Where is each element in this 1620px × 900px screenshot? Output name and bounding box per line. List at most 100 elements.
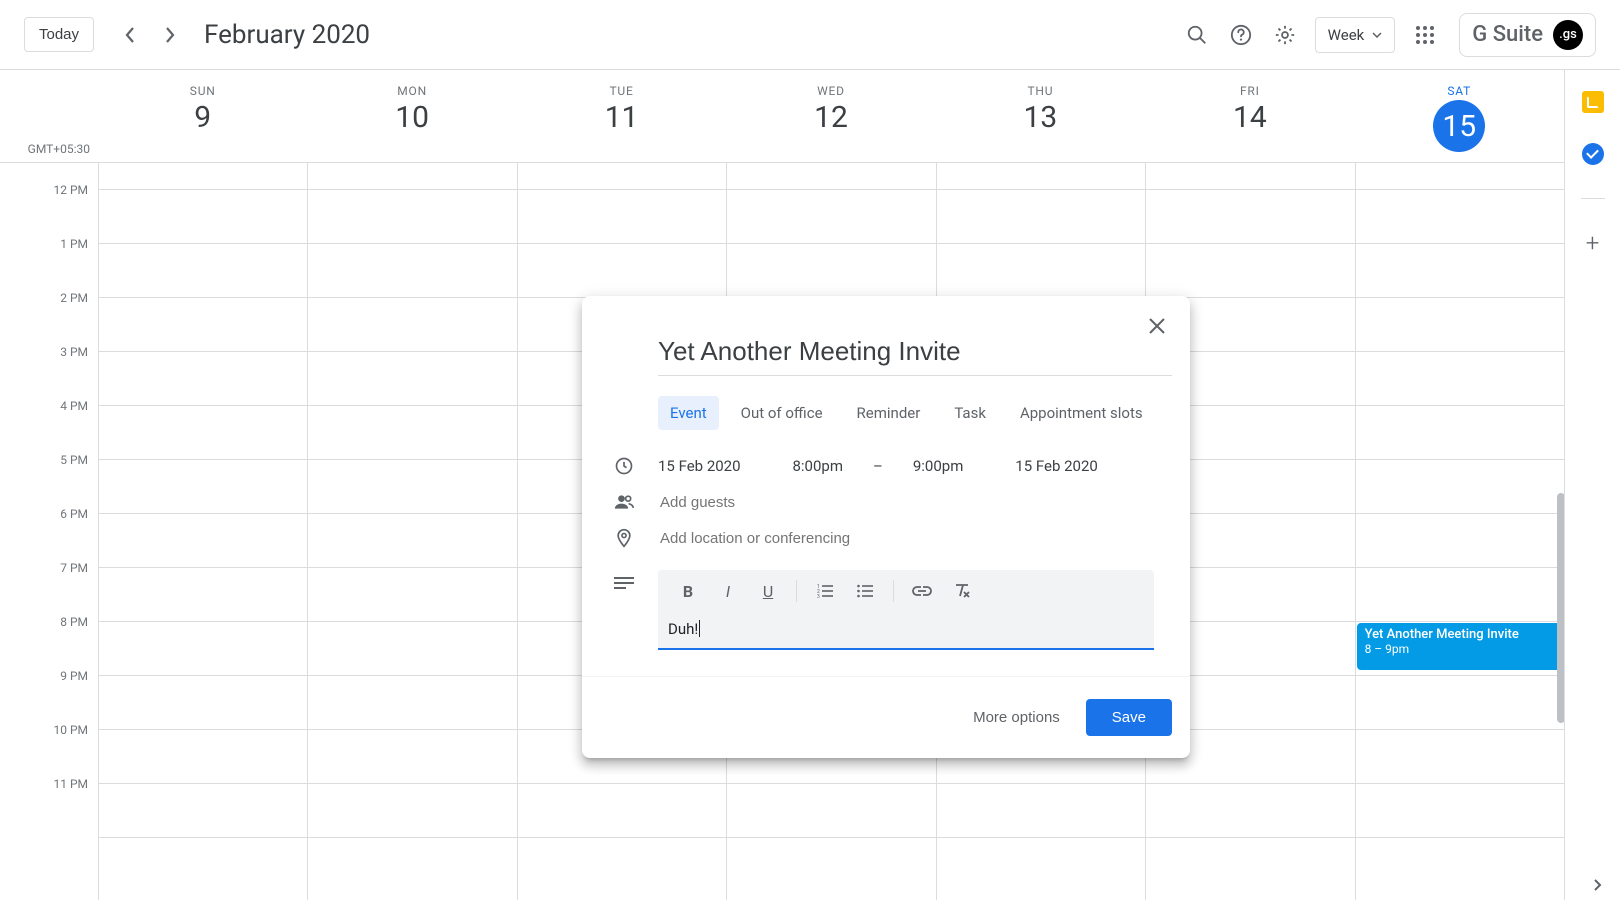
event-type-tab[interactable]: Event: [658, 396, 719, 430]
event-title-input[interactable]: [658, 332, 1172, 376]
day-of-week: SAT: [1355, 84, 1564, 98]
list-bulleted-icon: [857, 584, 873, 598]
end-time[interactable]: 9:00pm: [913, 457, 964, 475]
search-button[interactable]: [1175, 13, 1219, 57]
day-number: 9: [98, 100, 307, 135]
event-type-tab[interactable]: Appointment slots: [1008, 396, 1155, 430]
description-editor[interactable]: Duh!: [658, 612, 1154, 650]
bullet-list-button[interactable]: [845, 571, 885, 611]
plus-icon: +: [1586, 229, 1600, 257]
tasks-icon: [1582, 143, 1604, 165]
day-header[interactable]: WED12: [726, 70, 935, 162]
close-icon: [1148, 317, 1172, 335]
start-date[interactable]: 15 Feb 2020: [658, 457, 741, 475]
guests-input[interactable]: [658, 493, 1172, 512]
add-addon-button[interactable]: +: [1579, 229, 1607, 257]
italic-button[interactable]: I: [708, 571, 748, 611]
end-date[interactable]: 15 Feb 2020: [1015, 457, 1098, 475]
hour-label: 10 PM: [0, 723, 98, 777]
popup-footer: More options Save: [582, 676, 1190, 758]
next-button[interactable]: [150, 15, 190, 55]
month-title: February 2020: [204, 20, 370, 50]
svg-text:3: 3: [817, 594, 820, 598]
location-row: [582, 520, 1190, 556]
notes-icon: [612, 576, 636, 590]
day-number: 11: [517, 100, 726, 135]
nav-arrows: [110, 15, 190, 55]
time-row[interactable]: 15 Feb 2020 8:00pm – 9:00pm 15 Feb 2020: [582, 448, 1190, 484]
search-icon: [1186, 24, 1208, 46]
event-time: 8 – 9pm: [1365, 642, 1558, 656]
hour-label: 8 PM: [0, 615, 98, 669]
help-icon: [1230, 24, 1252, 46]
day-header[interactable]: TUE11: [517, 70, 726, 162]
location-input[interactable]: [658, 529, 1172, 548]
start-time[interactable]: 8:00pm: [792, 457, 843, 475]
side-panel: +: [1564, 70, 1620, 900]
hour-label: 12 PM: [0, 183, 98, 237]
prev-button[interactable]: [110, 15, 150, 55]
day-number: 14: [1145, 100, 1354, 135]
tasks-button[interactable]: [1579, 140, 1607, 168]
list-numbered-icon: 123: [817, 584, 833, 598]
day-header[interactable]: MON10: [307, 70, 516, 162]
underline-button[interactable]: U: [748, 571, 788, 611]
bold-button[interactable]: B: [668, 571, 708, 611]
event-type-tabs: Event Out of office Reminder Task Appointmen…: [658, 396, 1180, 430]
caret-down-icon: [1372, 32, 1382, 38]
app-header: Today February 2020 Week G Suite .gs: [0, 0, 1620, 70]
event-title: Yet Another Meeting Invite: [1365, 627, 1558, 642]
day-column[interactable]: [98, 163, 307, 900]
day-of-week: WED: [726, 84, 935, 98]
chevron-left-icon: [124, 26, 136, 44]
location-icon: [612, 528, 636, 548]
day-header[interactable]: THU 13: [936, 70, 1145, 162]
gsuite-badge[interactable]: G Suite .gs: [1459, 13, 1596, 57]
day-header[interactable]: SAT 15: [1355, 70, 1564, 162]
description-row: B I U 123 Duh!: [582, 556, 1190, 658]
day-header-row: GMT+05:30 SUN9MON10TUE11WED12THU13FRI14S…: [0, 70, 1564, 163]
settings-button[interactable]: [1263, 13, 1307, 57]
save-button[interactable]: Save: [1086, 699, 1172, 736]
more-options-button[interactable]: More options: [965, 699, 1068, 736]
hour-label: 3 PM: [0, 345, 98, 399]
event-block[interactable]: Yet Another Meeting Invite 8 – 9pm: [1357, 623, 1564, 670]
gear-icon: [1274, 24, 1296, 46]
people-icon: [612, 492, 636, 512]
hour-label: 9 PM: [0, 669, 98, 723]
day-number: 13: [936, 100, 1145, 135]
view-selector[interactable]: Week: [1315, 17, 1396, 53]
clear-format-button[interactable]: [942, 571, 982, 611]
numbered-list-button[interactable]: 123: [805, 571, 845, 611]
hour-label: 11 PM: [0, 777, 98, 831]
event-type-tab[interactable]: Reminder: [845, 396, 933, 430]
day-column[interactable]: [1355, 163, 1564, 900]
link-button[interactable]: [902, 571, 942, 611]
help-button[interactable]: [1219, 13, 1263, 57]
calendar-area: GMT+05:30 SUN9MON10TUE11WED12THU13FRI14S…: [0, 70, 1564, 900]
scrollbar[interactable]: [1557, 493, 1564, 723]
clear-format-icon: [953, 583, 971, 599]
day-number: 15: [1442, 109, 1476, 144]
hour-label: 1 PM: [0, 237, 98, 291]
day-header[interactable]: SUN9: [98, 70, 307, 162]
day-header[interactable]: FRI 14: [1145, 70, 1354, 162]
apps-grid-icon: [1415, 25, 1435, 45]
chevron-right-icon: [164, 26, 176, 44]
clock-icon: [612, 456, 636, 476]
day-of-week: THU: [936, 84, 1145, 98]
close-button[interactable]: [1142, 308, 1178, 344]
event-type-tab[interactable]: Out of office: [729, 396, 835, 430]
hour-label: 7 PM: [0, 561, 98, 615]
avatar[interactable]: .gs: [1553, 20, 1583, 50]
keep-button[interactable]: [1579, 88, 1607, 116]
apps-button[interactable]: [1403, 13, 1447, 57]
time-gutter: 12 PM1 PM2 PM3 PM4 PM5 PM6 PM7 PM8 PM9 P…: [0, 163, 98, 900]
hour-label: 2 PM: [0, 291, 98, 345]
today-button[interactable]: Today: [24, 17, 94, 52]
hour-label: 5 PM: [0, 453, 98, 507]
collapse-panel-button[interactable]: [1592, 878, 1602, 892]
event-type-tab[interactable]: Task: [942, 396, 998, 430]
day-column[interactable]: [307, 163, 516, 900]
day-of-week: FRI: [1145, 84, 1354, 98]
